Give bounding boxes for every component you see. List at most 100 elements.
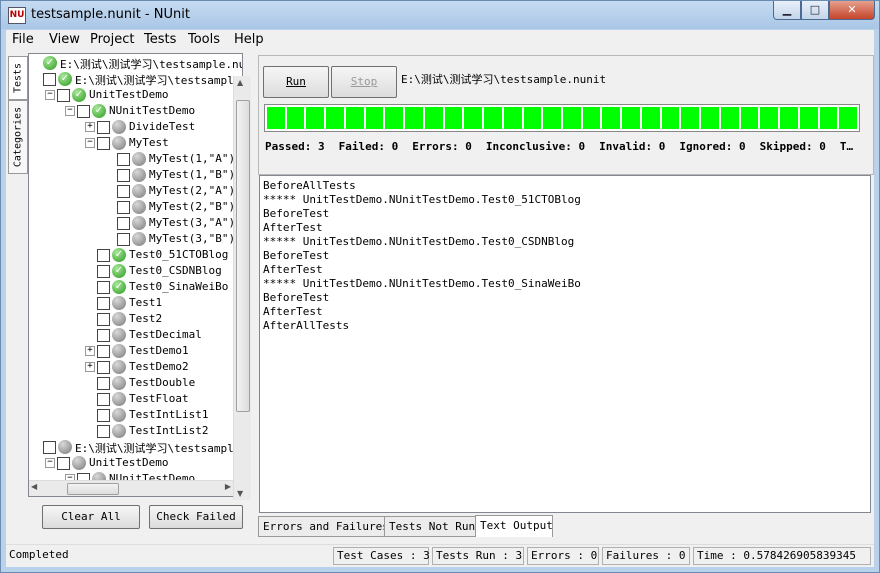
tree-vertical-scrollbar[interactable]: ▲ ▼ xyxy=(233,76,251,500)
not-run-status-icon xyxy=(58,440,72,454)
tab-tests[interactable]: Tests xyxy=(8,56,28,100)
not-run-status-icon xyxy=(132,184,146,198)
tree-item-label: Test0_SinaWeiBo xyxy=(129,280,229,293)
progress-segment xyxy=(405,107,423,129)
title-bar[interactable]: NU testsample.nunit - NUnit ▁ □ ✕ xyxy=(1,1,879,29)
not-run-status-icon xyxy=(132,200,146,214)
progress-segment xyxy=(720,107,739,129)
tree-item-label: MyTest(3,"B") xyxy=(149,232,236,245)
tree-item-checkbox[interactable] xyxy=(77,105,90,118)
maximize-button[interactable]: □ xyxy=(801,1,829,20)
tree-item-checkbox[interactable] xyxy=(97,121,110,134)
output-line: AfterAllTests xyxy=(263,319,350,332)
tree-item-checkbox[interactable] xyxy=(97,313,110,326)
tree-horizontal-scrollbar[interactable]: ◀ ▶ xyxy=(29,480,233,496)
tree-hscroll-thumb[interactable] xyxy=(67,483,119,495)
passed-status-icon: ✓ xyxy=(58,72,72,86)
collapse-icon[interactable]: − xyxy=(45,90,55,100)
run-button[interactable]: Run xyxy=(263,66,329,98)
menu-bar: File View Project Tests Tools Help xyxy=(6,30,874,50)
tree-item-checkbox[interactable] xyxy=(97,409,110,422)
close-button[interactable]: ✕ xyxy=(829,1,875,20)
result-summary: Passed: 3 Failed: 0 Errors: 0 Inconclusive:… xyxy=(265,140,867,153)
tree-item-label: MyTest(2,"B") xyxy=(149,200,236,213)
expand-icon[interactable]: + xyxy=(85,122,95,132)
tree-item-checkbox[interactable] xyxy=(97,281,110,294)
tree-item-label: Test0_CSDNBlog xyxy=(129,264,222,277)
text-output-pane[interactable]: BeforeAllTests ***** UnitTestDemo.NUnitTe… xyxy=(259,175,871,513)
progress-segment xyxy=(641,107,660,129)
collapse-icon[interactable]: − xyxy=(45,458,55,468)
tree-item-label: MyTest(2,"A") xyxy=(149,184,236,197)
clear-all-button[interactable]: Clear All xyxy=(42,505,140,529)
tree-item-checkbox[interactable] xyxy=(43,441,56,454)
scroll-up-icon[interactable]: ▲ xyxy=(237,78,243,87)
output-line: BeforeAllTests xyxy=(263,179,356,192)
tree-item-checkbox[interactable] xyxy=(97,265,110,278)
tab-tests-not-run[interactable]: Tests Not Run xyxy=(384,516,476,537)
menu-tests[interactable]: Tests xyxy=(144,32,176,47)
tree-item-checkbox[interactable] xyxy=(97,425,110,438)
progress-segment xyxy=(819,107,838,129)
progress-bar xyxy=(264,104,860,132)
scroll-right-icon[interactable]: ▶ xyxy=(225,482,231,491)
scroll-left-icon[interactable]: ◀ xyxy=(31,482,37,491)
output-line: AfterTest xyxy=(263,305,323,318)
not-run-status-icon xyxy=(132,152,146,166)
check-failed-button[interactable]: Check Failed xyxy=(149,505,243,529)
window-title: testsample.nunit - NUnit xyxy=(31,7,190,22)
tab-text-output[interactable]: Text Output xyxy=(475,515,553,537)
summary-item: Invalid: 0 xyxy=(599,140,666,153)
tab-categories[interactable]: Categories xyxy=(8,100,28,174)
summary-item: Skipped: 0 xyxy=(759,140,826,153)
tab-errors-and-failures[interactable]: Errors and Failures xyxy=(258,516,389,537)
expand-icon[interactable]: + xyxy=(85,362,95,372)
tree-item-label: TestDemo2 xyxy=(129,360,189,373)
tree-item-checkbox[interactable] xyxy=(117,201,130,214)
tree-item-checkbox[interactable] xyxy=(117,169,130,182)
progress-segment xyxy=(799,107,818,129)
scroll-down-icon[interactable]: ▼ xyxy=(237,489,243,498)
output-line: AfterTest xyxy=(263,221,323,234)
tree-item-checkbox[interactable] xyxy=(97,137,110,150)
tree-item-checkbox[interactable] xyxy=(57,89,70,102)
menu-project[interactable]: Project xyxy=(90,32,134,47)
tree-item-checkbox[interactable] xyxy=(117,217,130,230)
tree-item-checkbox[interactable] xyxy=(57,457,70,470)
tree-item-checkbox[interactable] xyxy=(117,153,130,166)
not-run-status-icon xyxy=(112,120,126,134)
tree-item-checkbox[interactable] xyxy=(97,361,110,374)
progress-segment xyxy=(267,107,285,129)
tree-item-checkbox[interactable] xyxy=(97,249,110,262)
tree-item-checkbox[interactable] xyxy=(117,233,130,246)
menu-view[interactable]: View xyxy=(49,32,80,47)
stop-button[interactable]: Stop xyxy=(331,66,397,98)
progress-segment xyxy=(365,107,384,129)
test-tree[interactable]: ✓E:\测试\测试学习\testsample.nunit✓E:\测试\测试学习\… xyxy=(28,53,243,497)
progress-segment xyxy=(622,107,640,129)
progress-segment xyxy=(503,107,522,129)
progress-segment xyxy=(701,107,719,129)
tree-item-checkbox[interactable] xyxy=(97,329,110,342)
collapse-icon[interactable]: − xyxy=(65,106,75,116)
summary-item: Ignored: 0 xyxy=(679,140,746,153)
collapse-icon[interactable]: − xyxy=(85,138,95,148)
tree-item-checkbox[interactable] xyxy=(43,73,56,86)
tree-item-checkbox[interactable] xyxy=(97,377,110,390)
tree-item-checkbox[interactable] xyxy=(117,185,130,198)
output-line: BeforeTest xyxy=(263,291,330,304)
tree-item-checkbox[interactable] xyxy=(97,393,110,406)
progress-segment xyxy=(286,107,305,129)
tree-item-checkbox[interactable] xyxy=(97,297,110,310)
not-run-status-icon xyxy=(112,296,126,310)
expand-icon[interactable]: + xyxy=(85,346,95,356)
progress-segment xyxy=(424,107,443,129)
minimize-button[interactable]: ▁ xyxy=(773,1,801,20)
tree-item-checkbox[interactable] xyxy=(97,345,110,358)
tree-vscroll-thumb[interactable] xyxy=(236,100,250,412)
menu-help[interactable]: Help xyxy=(234,32,264,47)
progress-segment xyxy=(780,107,798,129)
not-run-status-icon xyxy=(112,328,126,342)
menu-tools[interactable]: Tools xyxy=(188,32,220,47)
menu-file[interactable]: File xyxy=(12,32,34,47)
